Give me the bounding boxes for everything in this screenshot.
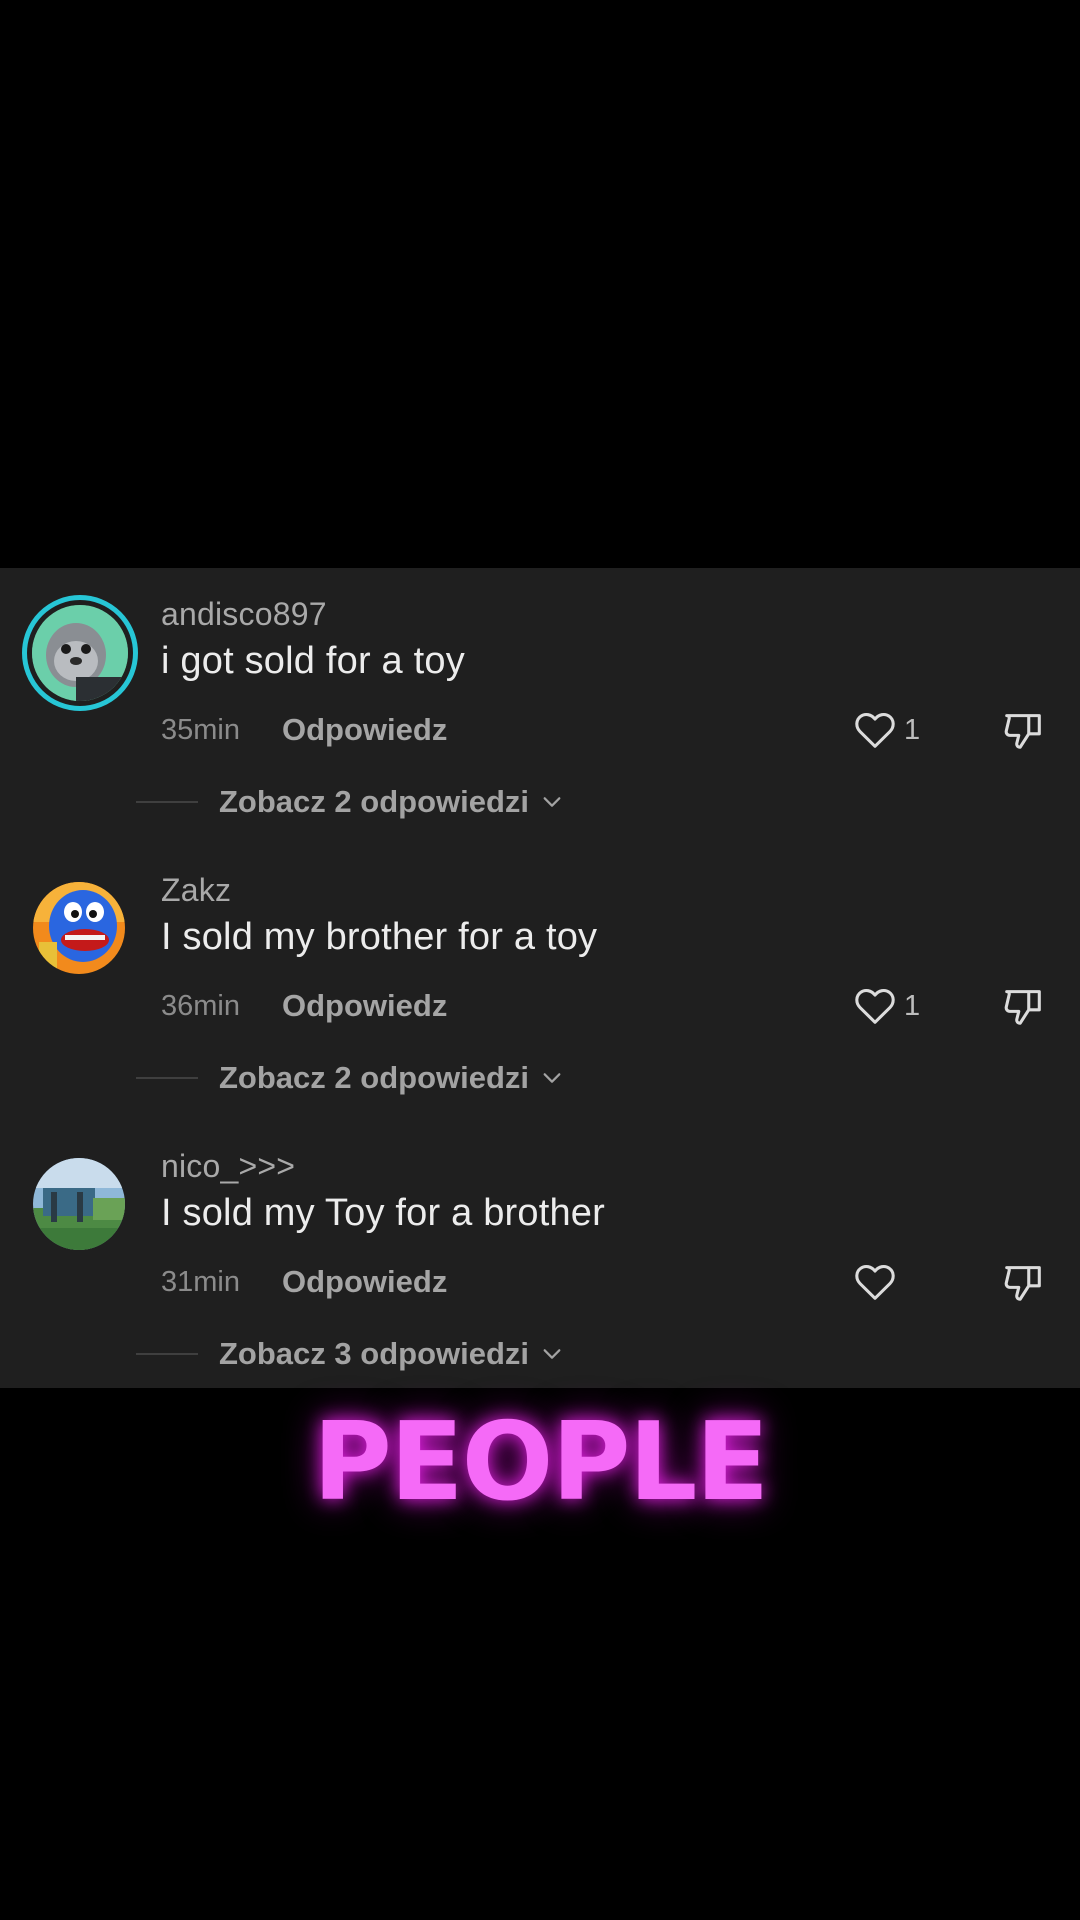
heart-icon	[855, 988, 895, 1024]
thumbs-down-icon	[1004, 714, 1041, 749]
comment-item: Zakz I sold my brother for a toy 36min O…	[0, 844, 1080, 1120]
view-replies-button[interactable]: Zobacz 2 odpowiedzi	[136, 782, 563, 822]
video-caption: PEOPLE	[312, 1400, 770, 1525]
comment-username[interactable]: andisco897	[161, 596, 327, 633]
like-button[interactable]	[852, 1258, 904, 1306]
comment-text: i got sold for a toy	[161, 640, 465, 682]
like-count: 1	[904, 989, 921, 1022]
view-replies-button[interactable]: Zobacz 3 odpowiedzi	[136, 1334, 563, 1374]
comment-meta: 31min Odpowiedz	[161, 1262, 447, 1302]
reply-button[interactable]: Odpowiedz	[282, 1264, 447, 1300]
dislike-button[interactable]	[1000, 1258, 1046, 1306]
comment-timestamp: 35min	[161, 713, 240, 746]
like-button[interactable]: 1	[852, 982, 920, 1030]
chevron-down-icon	[543, 1349, 561, 1359]
view-replies-button[interactable]: Zobacz 2 odpowiedzi	[136, 1058, 563, 1098]
avatar[interactable]	[22, 595, 138, 711]
avatar[interactable]	[33, 1158, 125, 1250]
comment-timestamp: 36min	[161, 989, 240, 1022]
comment-text: I sold my brother for a toy	[161, 916, 598, 958]
view-replies-label: Zobacz 3 odpowiedzi	[219, 1336, 530, 1371]
like-button[interactable]: 1	[852, 706, 920, 754]
view-replies-label: Zobacz 2 odpowiedzi	[219, 784, 530, 819]
chevron-down-icon	[543, 1073, 561, 1083]
heart-icon	[855, 1264, 895, 1300]
comment-username[interactable]: nico_>>>	[161, 1148, 295, 1185]
like-count: 1	[904, 713, 921, 746]
comment-text: I sold my Toy for a brother	[161, 1192, 605, 1234]
avatar-image	[33, 882, 125, 974]
avatar[interactable]	[33, 882, 125, 974]
avatar-image	[33, 1158, 125, 1250]
comment-username[interactable]: Zakz	[161, 872, 231, 909]
thumbs-down-icon	[1004, 1266, 1041, 1301]
comment-timestamp: 31min	[161, 1265, 240, 1298]
comment-meta: 36min Odpowiedz	[161, 986, 447, 1026]
video-top-area	[0, 0, 1080, 568]
divider-line	[136, 1353, 198, 1355]
reply-button[interactable]: Odpowiedz	[282, 712, 447, 748]
comment-item: nico_>>> I sold my Toy for a brother 31m…	[0, 1120, 1080, 1388]
comment-meta: 35min Odpowiedz	[161, 710, 447, 750]
chevron-down-icon	[543, 797, 561, 807]
divider-line	[136, 801, 198, 803]
dislike-button[interactable]	[1000, 982, 1046, 1030]
avatar-image	[32, 605, 128, 701]
view-replies-label: Zobacz 2 odpowiedzi	[219, 1060, 530, 1095]
thumbs-down-icon	[1004, 990, 1041, 1025]
comments-panel: andisco897 i got sold for a toy 35min Od…	[0, 568, 1080, 1388]
comment-item: andisco897 i got sold for a toy 35min Od…	[0, 568, 1080, 844]
dislike-button[interactable]	[1000, 706, 1046, 754]
divider-line	[136, 1077, 198, 1079]
heart-icon	[855, 712, 895, 748]
reply-button[interactable]: Odpowiedz	[282, 988, 447, 1024]
